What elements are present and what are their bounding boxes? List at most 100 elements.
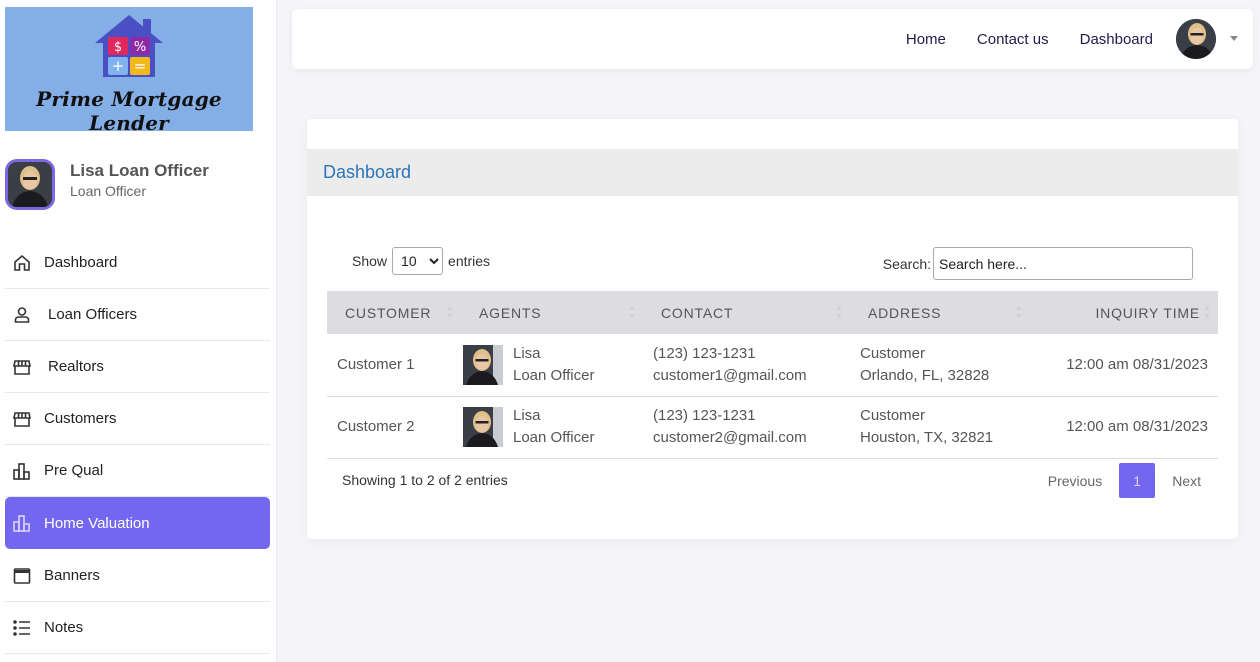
sidebar-item-label: Realtors — [48, 358, 104, 375]
search-input[interactable] — [933, 247, 1193, 280]
column-header-inquiry-time[interactable]: INQUIRY TIME — [1030, 291, 1218, 334]
sidebar-item-realtors[interactable]: Realtors — [5, 341, 270, 393]
address-line1: Customer — [860, 407, 926, 424]
column-header-agents[interactable]: AGENTS — [461, 291, 643, 334]
inquiries-table: CUSTOMER AGENTS CONTACT ADDRESS INQUIRY … — [327, 291, 1218, 459]
person-photo-icon — [1176, 19, 1216, 59]
show-label: Show — [352, 253, 388, 269]
sidebar-item-home-valuation[interactable]: Home Valuation — [5, 497, 270, 549]
table-row[interactable]: Customer 1 Lisa Loan Officer (123) 123-1… — [327, 334, 1218, 397]
sidebar-item-label: Dashboard — [44, 254, 118, 271]
sidebar-item-dashboard[interactable]: Dashboard — [5, 237, 270, 289]
contact-email: customer2@gmail.com — [653, 429, 807, 446]
table-header-row: CUSTOMER AGENTS CONTACT ADDRESS INQUIRY … — [327, 291, 1218, 334]
profile-role: Loan Officer — [70, 183, 147, 199]
svg-text:=: = — [134, 57, 147, 75]
profile-name: Lisa Loan Officer — [70, 161, 209, 180]
user-icon — [11, 304, 33, 326]
sidebar-item-pre-qual[interactable]: Pre Qual — [5, 445, 270, 497]
table-row[interactable]: Customer 2 Lisa Loan Officer (123) 123-1… — [327, 396, 1218, 459]
column-header-contact[interactable]: CONTACT — [643, 291, 850, 334]
store-icon — [11, 356, 33, 378]
bar-chart-icon — [11, 512, 33, 534]
address-line2: Orlando, FL, 32828 — [860, 366, 990, 384]
nav-link-contact-us[interactable]: Contact us — [977, 31, 1049, 48]
house-calculator-icon: $ % + = — [95, 15, 163, 77]
cell-inquiry-time: 12:00 am 08/31/2023 — [1030, 334, 1218, 397]
agent-photo — [463, 407, 503, 447]
dropdown-caret-icon[interactable] — [1230, 36, 1238, 41]
bar-chart-icon — [11, 460, 33, 482]
contact-email: customer1@gmail.com — [653, 366, 807, 384]
sidebar-item-banners[interactable]: Banners — [5, 550, 270, 602]
sidebar-item-label: Loan Officers — [48, 306, 137, 323]
agent-name: Lisa — [513, 344, 541, 362]
sort-icon — [1204, 306, 1210, 320]
brand-name: Prime Mortgage Lender — [36, 87, 222, 135]
page-title: Dashboard — [323, 162, 412, 182]
sidebar-item-notes[interactable]: Notes — [5, 602, 270, 654]
address-line1: Customer — [860, 344, 926, 362]
person-photo-icon — [463, 407, 503, 447]
sidebar-item-customers[interactable]: Customers — [5, 393, 270, 445]
svg-text:+: + — [112, 57, 125, 75]
brand-logo[interactable]: $ % + = Prime Mortgage Lender — [5, 7, 253, 135]
cell-address: Customer Orlando, FL, 32828 — [850, 334, 1030, 397]
person-photo-icon — [8, 162, 52, 207]
top-navbar: Home Contact us Dashboard — [292, 9, 1253, 69]
home-icon — [11, 252, 33, 274]
window-icon — [11, 565, 33, 587]
card-header: Dashboard — [307, 149, 1238, 196]
cell-address: Customer Houston, TX, 32821 — [850, 396, 1030, 459]
svg-text:$: $ — [114, 40, 122, 55]
dashboard-card: Dashboard Show 10 entries Search: CUSTOM… — [307, 119, 1238, 539]
cell-inquiry-time: 12:00 am 08/31/2023 — [1030, 396, 1218, 459]
svg-text:%: % — [134, 40, 146, 55]
user-menu-avatar[interactable] — [1176, 19, 1216, 59]
contact-phone: (123) 123-1231 — [653, 344, 756, 362]
cell-contact: (123) 123-1231 customer1@gmail.com — [643, 334, 850, 397]
page-length-select[interactable]: 10 — [392, 247, 444, 275]
entries-label: entries — [448, 253, 491, 269]
sidebar-item-label: Banners — [44, 567, 100, 584]
top-nav-links: Home Contact us Dashboard — [875, 9, 1153, 69]
pagination: Previous 1 Next — [1031, 463, 1218, 498]
cell-contact: (123) 123-1231 customer2@gmail.com — [643, 396, 850, 459]
nav-link-home[interactable]: Home — [906, 31, 946, 48]
list-icon — [11, 617, 33, 639]
next-page-button[interactable]: Next — [1155, 473, 1218, 489]
profile-avatar[interactable] — [5, 159, 55, 210]
person-photo-icon — [463, 344, 503, 385]
contact-phone: (123) 123-1231 — [653, 407, 756, 424]
agent-name: Lisa — [513, 407, 541, 424]
agent-photo — [463, 344, 503, 385]
previous-page-button[interactable]: Previous — [1031, 473, 1119, 489]
sort-icon — [836, 306, 842, 320]
column-header-customer[interactable]: CUSTOMER — [327, 291, 461, 334]
sidebar-nav: Dashboard Loan Officers Realtors Custome… — [5, 237, 270, 654]
address-line2: Houston, TX, 32821 — [860, 429, 994, 446]
agent-role: Loan Officer — [513, 429, 595, 446]
cell-customer: Customer 1 — [327, 334, 461, 397]
page-1-button[interactable]: 1 — [1119, 463, 1156, 498]
sort-icon — [629, 306, 635, 320]
store-icon — [11, 408, 33, 430]
agent-role: Loan Officer — [513, 366, 595, 384]
sidebar-item-label: Notes — [44, 619, 84, 636]
sidebar: $ % + = Prime Mortgage Lender Lisa Loan … — [0, 0, 277, 662]
sidebar-item-label: Customers — [44, 410, 117, 427]
user-profile: Lisa Loan Officer Loan Officer — [5, 159, 265, 211]
column-header-address[interactable]: ADDRESS — [850, 291, 1030, 334]
page-length-control: Show 10 entries — [352, 247, 490, 275]
sidebar-item-label: Pre Qual — [44, 462, 104, 479]
sidebar-item-loan-officers[interactable]: Loan Officers — [5, 289, 270, 341]
cell-customer: Customer 2 — [327, 396, 461, 459]
sidebar-item-label: Home Valuation — [44, 514, 150, 532]
search-label: Search: — [882, 255, 931, 272]
nav-link-dashboard[interactable]: Dashboard — [1080, 31, 1153, 48]
cell-agent: Lisa Loan Officer — [461, 396, 643, 459]
sort-icon — [447, 306, 453, 320]
cell-agent: Lisa Loan Officer — [461, 334, 643, 397]
table-info: Showing 1 to 2 of 2 entries — [342, 472, 508, 488]
search-control: Search: — [883, 247, 1193, 280]
